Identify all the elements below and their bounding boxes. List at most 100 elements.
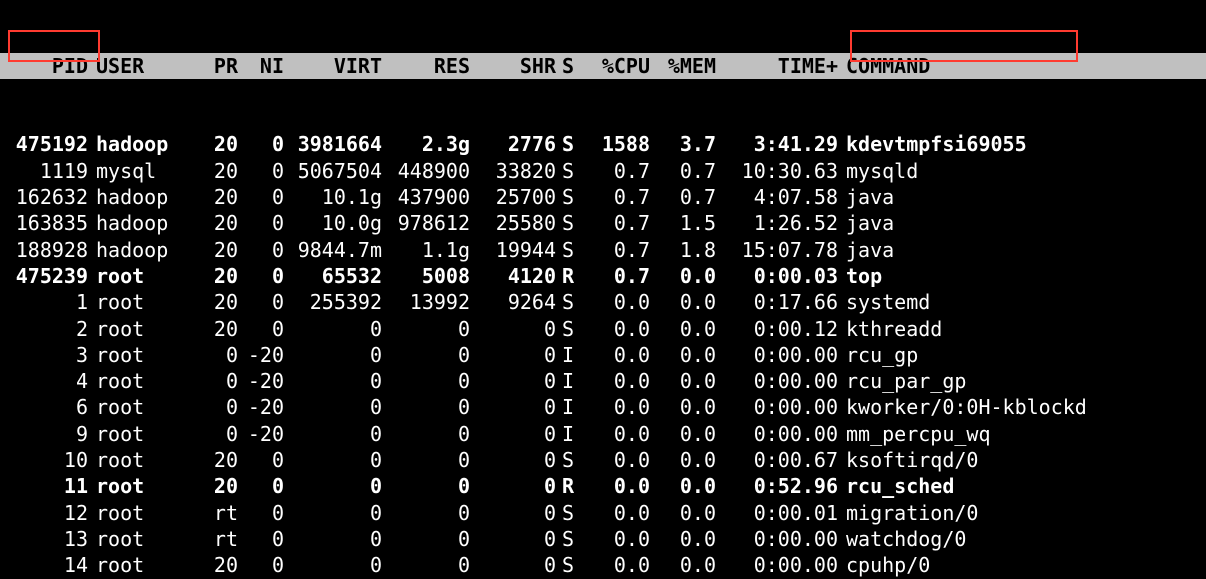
cell-cpu: 1588 [584,131,650,157]
cell-shr: 0 [470,500,556,526]
cell-shr: 0 [470,316,556,342]
cell-cmd: mm_percpu_wq [838,421,991,447]
cell-mem: 0.0 [650,263,716,289]
cell-virt: 0 [284,394,382,420]
hdr-pid: PID [0,53,88,79]
process-row: 162632hadoop20010.1g43790025700S0.70.74:… [0,184,1206,210]
cell-time: 0:00.00 [716,394,838,420]
cell-shr: 25580 [470,210,556,236]
cell-virt: 0 [284,552,382,578]
cell-time: 0:00.00 [716,552,838,578]
cell-virt: 3981664 [284,131,382,157]
cell-pr: 20 [184,158,238,184]
cell-time: 15:07.78 [716,237,838,263]
cell-mem: 3.7 [650,131,716,157]
cell-ni: 0 [238,552,284,578]
cell-res: 0 [382,500,470,526]
cell-res: 0 [382,552,470,578]
cell-cpu: 0.0 [584,447,650,473]
cell-ni: -20 [238,342,284,368]
cell-user: root [88,342,184,368]
cell-shr: 2776 [470,131,556,157]
cell-mem: 0.0 [650,500,716,526]
cell-mem: 0.0 [650,526,716,552]
cell-pr: 20 [184,316,238,342]
process-row: 2root200000S0.00.00:00.12kthreadd [0,316,1206,342]
cell-res: 0 [382,447,470,473]
process-row: 188928hadoop2009844.7m1.1g19944S0.71.815… [0,237,1206,263]
cell-time: 10:30.63 [716,158,838,184]
cell-virt: 0 [284,473,382,499]
process-row: 9root0-20000I0.00.00:00.00mm_percpu_wq [0,421,1206,447]
cell-res: 0 [382,473,470,499]
process-row: 1119mysql200506750444890033820S0.70.710:… [0,158,1206,184]
cell-virt: 0 [284,316,382,342]
cell-pid: 1 [0,289,88,315]
cell-s: I [556,421,584,447]
cell-pid: 162632 [0,184,88,210]
cell-mem: 1.5 [650,210,716,236]
cell-virt: 0 [284,526,382,552]
hdr-user: USER [88,53,184,79]
cell-pr: 0 [184,394,238,420]
cell-shr: 0 [470,394,556,420]
cell-cpu: 0.0 [584,500,650,526]
cell-cpu: 0.0 [584,473,650,499]
cell-pr: 20 [184,237,238,263]
cell-virt: 5067504 [284,158,382,184]
process-row: 1root200255392139929264S0.00.00:17.66sys… [0,289,1206,315]
cell-pr: 20 [184,289,238,315]
header-row: PIDUSERPRNIVIRTRESSHRS%CPU%MEMTIME+COMMA… [0,53,1206,79]
cell-cmd: kworker/0:0H-kblockd [838,394,1087,420]
cell-s: I [556,342,584,368]
cell-cpu: 0.0 [584,421,650,447]
cell-res: 0 [382,316,470,342]
cell-shr: 33820 [470,158,556,184]
cell-cmd: top [838,263,882,289]
hdr-pr: PR [184,53,238,79]
cell-cpu: 0.7 [584,263,650,289]
process-row: 6root0-20000I0.00.00:00.00kworker/0:0H-k… [0,394,1206,420]
cell-cmd: migration/0 [838,500,978,526]
cell-ni: 0 [238,473,284,499]
hdr-s: S [556,53,584,79]
cell-shr: 0 [470,526,556,552]
cell-res: 0 [382,394,470,420]
cell-virt: 0 [284,500,382,526]
cell-pid: 10 [0,447,88,473]
cell-ni: 0 [238,158,284,184]
cell-s: S [556,184,584,210]
cell-res: 2.3g [382,131,470,157]
cell-s: S [556,237,584,263]
cell-s: S [556,289,584,315]
cell-virt: 10.1g [284,184,382,210]
cell-time: 1:26.52 [716,210,838,236]
cell-time: 0:00.00 [716,368,838,394]
cell-pid: 475192 [0,131,88,157]
cell-pr: rt [184,526,238,552]
cell-mem: 0.0 [650,394,716,420]
cell-pid: 188928 [0,237,88,263]
cell-res: 0 [382,342,470,368]
process-row: 475192hadoop20039816642.3g2776S15883.73:… [0,131,1206,157]
cell-pid: 14 [0,552,88,578]
cell-shr: 0 [470,421,556,447]
cell-pr: 20 [184,263,238,289]
cell-pr: 20 [184,473,238,499]
cell-cpu: 0.0 [584,394,650,420]
cell-ni: 0 [238,131,284,157]
cell-cmd: watchdog/0 [838,526,966,552]
hdr-cmd: COMMAND [838,53,930,79]
process-row: 14root200000S0.00.00:00.00cpuhp/0 [0,552,1206,578]
cell-pid: 9 [0,421,88,447]
cell-mem: 0.0 [650,289,716,315]
cell-shr: 9264 [470,289,556,315]
cell-mem: 0.0 [650,552,716,578]
cell-virt: 0 [284,368,382,394]
cell-pid: 1119 [0,158,88,184]
cell-cpu: 0.7 [584,184,650,210]
cell-cmd: rcu_sched [838,473,954,499]
process-row: 475239root2006553250084120R0.70.00:00.03… [0,263,1206,289]
cell-cpu: 0.7 [584,158,650,184]
cell-user: root [88,394,184,420]
